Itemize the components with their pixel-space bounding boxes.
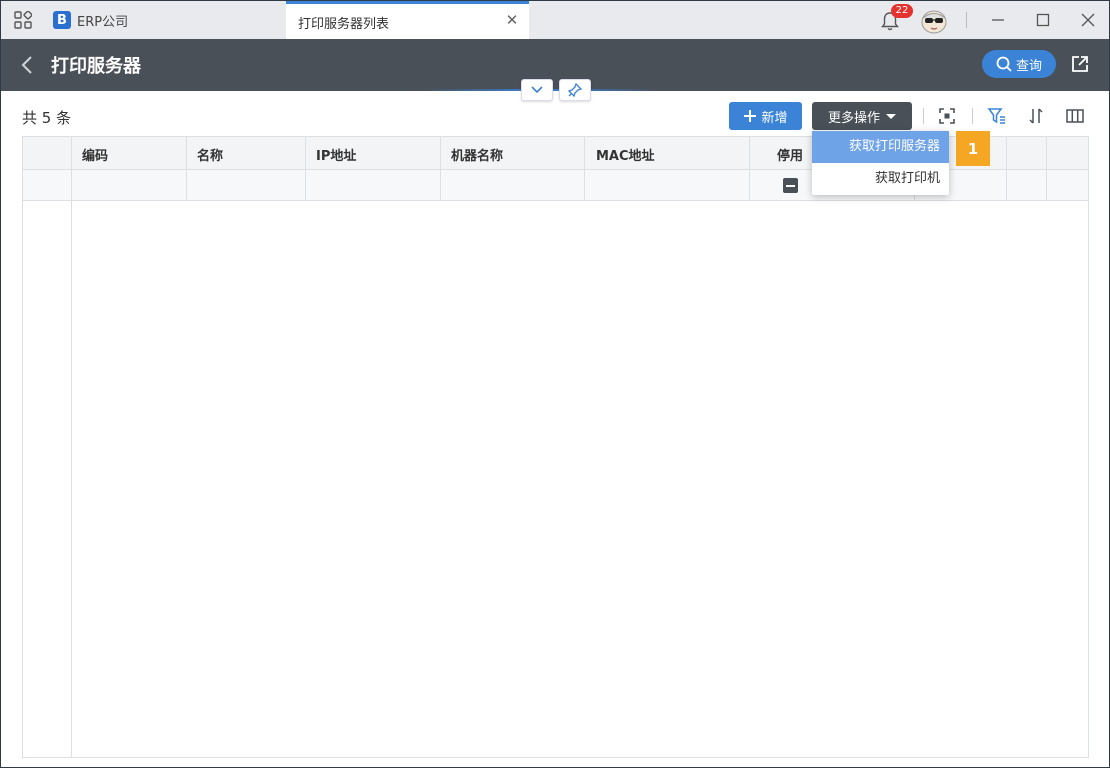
query-button[interactable]: 查询 bbox=[982, 50, 1056, 78]
add-button-label: 新增 bbox=[761, 110, 788, 126]
column-divider bbox=[1006, 137, 1007, 201]
toolbar-divider bbox=[923, 108, 924, 124]
page-title: 打印服务器 bbox=[51, 56, 141, 77]
pin-icon bbox=[568, 83, 582, 97]
sort-icon[interactable] bbox=[1026, 106, 1046, 126]
menu-item-fetch-print-server[interactable]: 获取打印服务器 bbox=[812, 131, 949, 163]
app-window: B ERP公司 打印服务器列表 ✕ 22 打印服务器 查询 共 5 条 新增 更… bbox=[0, 0, 1110, 768]
column-divider bbox=[186, 137, 187, 201]
page-header: 打印服务器 查询 bbox=[1, 39, 1109, 91]
minimize-button[interactable] bbox=[989, 11, 1007, 29]
erp-home-tab[interactable]: B ERP公司 bbox=[53, 1, 128, 39]
column-header-mac[interactable]: MAC地址 bbox=[596, 145, 655, 164]
column-header-name[interactable]: 名称 bbox=[197, 145, 223, 164]
menu-item-fetch-printer[interactable]: 获取打印机 bbox=[812, 163, 949, 195]
more-actions-label: 更多操作 bbox=[827, 110, 880, 126]
record-count: 共 5 条 bbox=[22, 109, 72, 127]
minimize-icon bbox=[992, 19, 1004, 21]
column-header-disabled[interactable]: 停用 bbox=[777, 145, 803, 164]
apps-grid-icon[interactable] bbox=[14, 11, 32, 29]
pin-button[interactable] bbox=[559, 79, 591, 101]
tab-close-icon[interactable]: ✕ bbox=[505, 13, 519, 28]
maximize-icon bbox=[1036, 13, 1050, 27]
column-header-machine-name[interactable]: 机器名称 bbox=[451, 145, 503, 164]
fullscreen-icon[interactable] bbox=[937, 106, 957, 126]
column-divider bbox=[440, 137, 441, 201]
toolbar-divider bbox=[972, 108, 973, 124]
back-arrow-icon[interactable] bbox=[17, 54, 37, 76]
search-icon bbox=[996, 56, 1012, 72]
title-bar-divider bbox=[966, 12, 967, 28]
share-icon[interactable] bbox=[1070, 54, 1090, 74]
step-number-badge: 1 bbox=[956, 131, 990, 166]
tab-print-server-list[interactable]: 打印服务器列表 ✕ bbox=[286, 1, 529, 39]
filter-icon[interactable] bbox=[987, 106, 1007, 126]
columns-icon[interactable] bbox=[1065, 106, 1085, 126]
close-icon bbox=[1081, 13, 1095, 27]
plus-icon bbox=[744, 110, 757, 122]
close-window-button[interactable] bbox=[1079, 11, 1097, 29]
erp-logo-icon: B bbox=[53, 11, 71, 29]
notification-count-badge: 22 bbox=[891, 4, 913, 18]
user-avatar[interactable] bbox=[920, 8, 948, 34]
chevron-down-icon bbox=[531, 86, 543, 94]
column-divider bbox=[1046, 137, 1047, 201]
collapse-button[interactable] bbox=[521, 79, 553, 101]
disabled-filter-checkbox[interactable] bbox=[783, 178, 798, 193]
data-table: 编码 名称 IP地址 机器名称 MAC地址 停用 bbox=[22, 136, 1089, 758]
column-header-ip[interactable]: IP地址 bbox=[316, 145, 356, 164]
column-divider bbox=[749, 137, 750, 201]
caret-down-icon bbox=[886, 113, 896, 119]
add-button[interactable]: 新增 bbox=[729, 102, 802, 130]
column-divider bbox=[584, 137, 585, 201]
title-bar: B ERP公司 打印服务器列表 ✕ 22 bbox=[1, 1, 1109, 39]
column-divider bbox=[305, 137, 306, 201]
column-header-code[interactable]: 编码 bbox=[82, 145, 108, 164]
maximize-button[interactable] bbox=[1034, 11, 1052, 29]
tab-label: 打印服务器列表 bbox=[298, 17, 390, 32]
erp-home-tab-label: ERP公司 bbox=[77, 14, 129, 30]
row-number-divider bbox=[71, 201, 72, 757]
more-actions-button[interactable]: 更多操作 bbox=[812, 102, 912, 130]
more-actions-dropdown: 获取打印服务器 获取打印机 bbox=[812, 131, 949, 195]
query-button-label: 查询 bbox=[1015, 58, 1042, 74]
column-divider bbox=[71, 137, 72, 201]
